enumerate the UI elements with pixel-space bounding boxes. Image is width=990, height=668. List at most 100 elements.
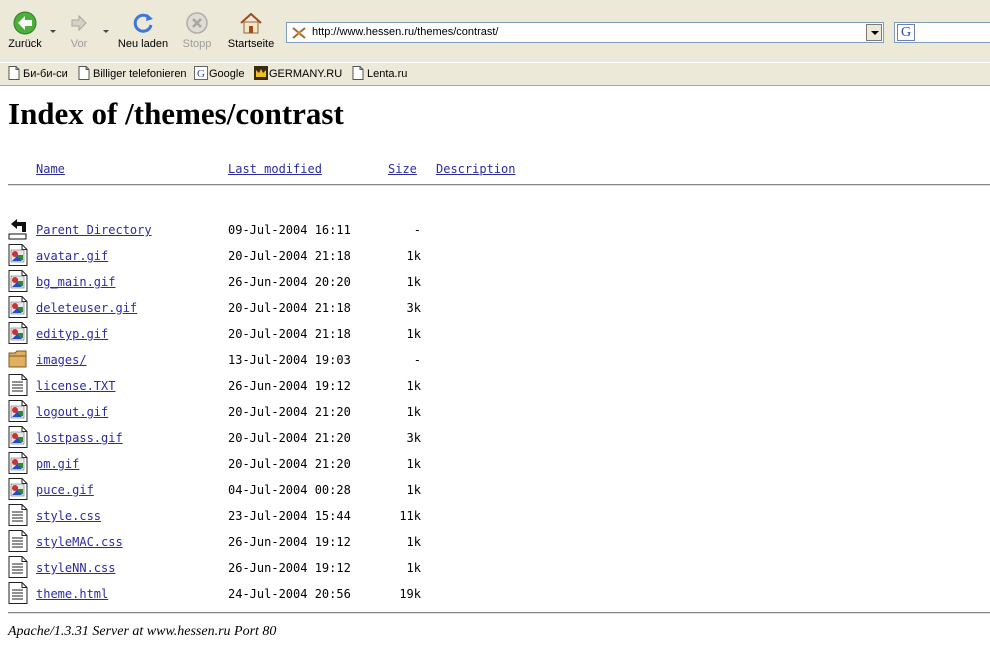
file-link[interactable]: style.css: [36, 509, 101, 523]
address-url[interactable]: http://www.hessen.ru/themes/contrast/: [312, 26, 498, 38]
forward-arrow-icon: [71, 14, 87, 32]
size-value: 1k: [406, 275, 421, 289]
listing-row: pm.gif 20-Jul-2004 21:20 1k: [0, 452, 990, 478]
file-link[interactable]: logout.gif: [36, 405, 108, 419]
stop-button[interactable]: Stopp: [180, 10, 214, 54]
file-link[interactable]: license.TXT: [36, 379, 115, 393]
last-modified-value: 26-Jun-2004 19:12: [228, 561, 351, 575]
page-icon: [78, 66, 90, 80]
last-modified-value: 09-Jul-2004 16:11: [228, 223, 351, 237]
bookmark-item[interactable]: G Google: [194, 66, 244, 83]
file-link[interactable]: deleteuser.gif: [36, 301, 137, 315]
last-modified-value: 20-Jul-2004 21:18: [228, 249, 351, 263]
size-value: 19k: [399, 587, 421, 601]
file-link[interactable]: avatar.gif: [36, 249, 108, 263]
file-link[interactable]: bg_main.gif: [36, 275, 115, 289]
column-header-size[interactable]: Size: [388, 162, 417, 176]
file-link[interactable]: styleMAC.css: [36, 535, 123, 549]
reload-icon: [133, 13, 153, 33]
image-file-icon[interactable]: [8, 244, 28, 266]
file-link[interactable]: puce.gif: [36, 483, 94, 497]
file-link[interactable]: images/: [36, 353, 87, 367]
image-file-icon[interactable]: [8, 426, 28, 448]
image-file-icon[interactable]: [8, 270, 28, 292]
reload-label: Neu laden: [117, 38, 169, 50]
image-file-icon[interactable]: [8, 400, 28, 422]
bookmarks-toolbar: Би-би-си Billiger telefonieren G Google GERM…: [0, 62, 990, 84]
column-header-name[interactable]: Name: [36, 162, 65, 176]
back-button[interactable]: Zurück: [6, 10, 44, 54]
sort-name-link[interactable]: Name: [36, 162, 65, 176]
site-icon: [292, 27, 306, 39]
column-header-description[interactable]: Description: [436, 162, 515, 176]
last-modified-value: 20-Jul-2004 21:20: [228, 457, 351, 471]
size-value: -: [413, 353, 421, 367]
text-file-icon[interactable]: [8, 530, 28, 552]
page-content: Index of /themes/contrast Name Last modi…: [0, 87, 990, 668]
page-icon: [352, 66, 364, 80]
reload-button[interactable]: Neu laden: [116, 10, 170, 54]
forward-history-dropdown[interactable]: [103, 30, 110, 34]
bookmark-label: GERMANY.RU: [269, 68, 343, 80]
listing-row: logout.gif 20-Jul-2004 21:20 1k: [0, 400, 990, 426]
size-value: 1k: [406, 535, 421, 549]
back-label: Zurück: [8, 38, 42, 50]
last-modified-value: 23-Jul-2004 15:44: [228, 509, 351, 523]
svg-text:G: G: [197, 68, 205, 80]
file-link[interactable]: styleNN.css: [36, 561, 115, 575]
server-signature: Apache/1.3.31 Server at www.hessen.ru Po…: [8, 624, 277, 639]
page-icon: [8, 66, 20, 80]
listing-row: edityp.gif 20-Jul-2004 21:18 1k: [0, 322, 990, 348]
home-button[interactable]: Startseite: [224, 10, 278, 54]
text-file-icon[interactable]: [8, 374, 28, 396]
size-value: 1k: [406, 483, 421, 497]
size-value: 1k: [406, 249, 421, 263]
image-file-icon[interactable]: [8, 478, 28, 500]
image-file-icon[interactable]: [8, 296, 28, 318]
last-modified-value: 20-Jul-2004 21:20: [228, 405, 351, 419]
folder-icon[interactable]: [8, 348, 28, 370]
last-modified-value: 24-Jul-2004 20:56: [228, 587, 351, 601]
file-link[interactable]: theme.html: [36, 587, 108, 601]
search-box[interactable]: G: [894, 22, 990, 43]
sort-description-link[interactable]: Description: [436, 162, 515, 176]
bookmark-item[interactable]: GERMANY.RU: [254, 66, 342, 83]
size-value: 1k: [406, 561, 421, 575]
sort-last-modified-link[interactable]: Last modified: [228, 162, 322, 176]
listing-row: lostpass.gif 20-Jul-2004 21:20 3k: [0, 426, 990, 452]
bookmark-item[interactable]: Billiger telefonieren: [78, 66, 187, 83]
google-icon: G: [194, 66, 208, 80]
google-search-icon[interactable]: G: [897, 24, 915, 41]
file-link[interactable]: pm.gif: [36, 457, 79, 471]
text-file-icon[interactable]: [8, 582, 28, 604]
image-file-icon[interactable]: [8, 322, 28, 344]
file-link[interactable]: lostpass.gif: [36, 431, 123, 445]
bookmark-item[interactable]: Би-би-си: [8, 66, 68, 83]
home-icon: [240, 12, 262, 34]
size-value: 1k: [406, 327, 421, 341]
stop-label: Stopp: [182, 38, 212, 50]
text-file-icon[interactable]: [8, 504, 28, 526]
last-modified-value: 04-Jul-2004 00:28: [228, 483, 351, 497]
back-arrow-icon[interactable]: [8, 218, 28, 240]
bookmark-item[interactable]: Lenta.ru: [352, 66, 407, 83]
forward-label: Vor: [70, 38, 88, 50]
footer-divider: [8, 612, 990, 614]
sort-size-link[interactable]: Size: [388, 162, 417, 176]
column-header-last-modified[interactable]: Last modified: [228, 162, 322, 176]
size-value: -: [413, 223, 421, 237]
forward-button[interactable]: Vor: [62, 10, 96, 54]
size-value: 1k: [406, 405, 421, 419]
listing-row: Parent Directory 09-Jul-2004 16:11 -: [0, 218, 990, 244]
file-link[interactable]: edityp.gif: [36, 327, 108, 341]
address-bar[interactable]: http://www.hessen.ru/themes/contrast/: [286, 22, 884, 43]
back-history-dropdown[interactable]: [50, 30, 57, 34]
text-file-icon[interactable]: [8, 556, 28, 578]
listing-row: avatar.gif 20-Jul-2004 21:18 1k: [0, 244, 990, 270]
size-value: 3k: [406, 431, 421, 445]
file-link[interactable]: Parent Directory: [36, 223, 152, 237]
size-value: 1k: [406, 457, 421, 471]
address-dropdown-button[interactable]: [866, 24, 882, 41]
back-arrow-icon: [13, 11, 37, 35]
image-file-icon[interactable]: [8, 452, 28, 474]
